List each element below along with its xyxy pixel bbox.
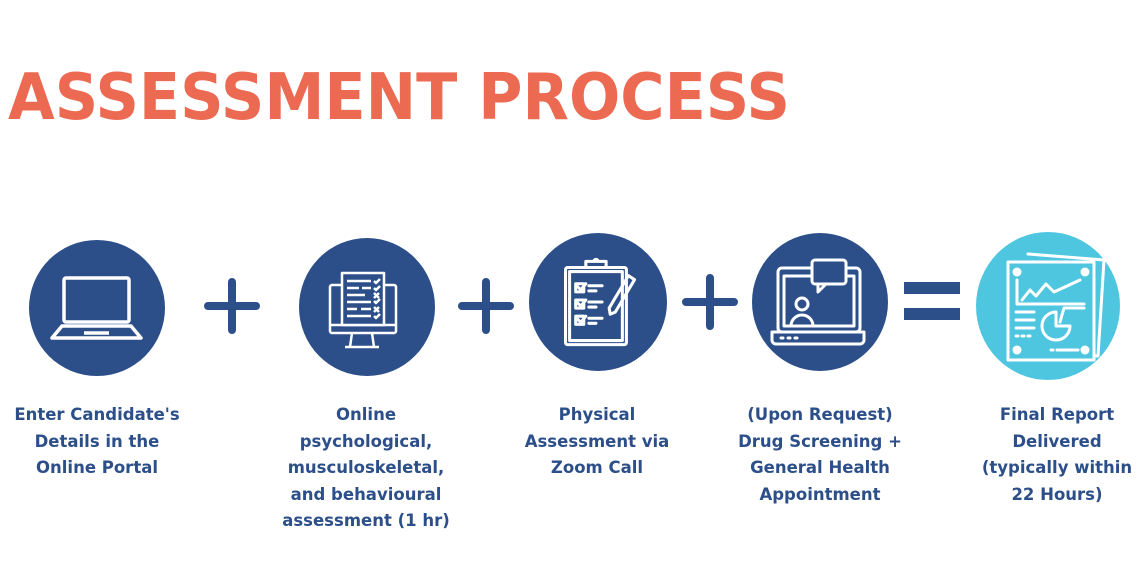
step-3-circle bbox=[529, 233, 667, 371]
step-1-circle bbox=[29, 240, 165, 376]
report-chart-icon bbox=[1006, 252, 1106, 362]
step-4-circle bbox=[752, 233, 888, 371]
step-5-label: Final Report Delivered (typically within… bbox=[981, 405, 1133, 504]
title-text: ASSESSMENT PROCESS bbox=[8, 61, 790, 130]
plus-icon bbox=[204, 278, 260, 334]
video-call-laptop-icon bbox=[770, 258, 866, 346]
plus-icon bbox=[458, 278, 514, 334]
step-2-label: Online psychological, musculoskeletal, a… bbox=[282, 405, 450, 530]
laptop-icon bbox=[50, 276, 143, 340]
clipboard-checklist-icon bbox=[564, 257, 637, 347]
step-3-label: Physical Assessment via Zoom Call bbox=[524, 405, 670, 477]
step-2-circle bbox=[299, 238, 435, 376]
step-5-circle bbox=[976, 232, 1120, 380]
step-4-label: (Upon Request) Drug Screening + General … bbox=[738, 405, 902, 504]
plus-icon bbox=[682, 274, 738, 330]
monitor-checklist-icon bbox=[328, 271, 398, 349]
page-title: ASSESSMENT PROCESS bbox=[8, 61, 790, 130]
equals-icon bbox=[904, 282, 960, 320]
step-1-label: Enter Candidate's Details in the Online … bbox=[14, 405, 180, 477]
